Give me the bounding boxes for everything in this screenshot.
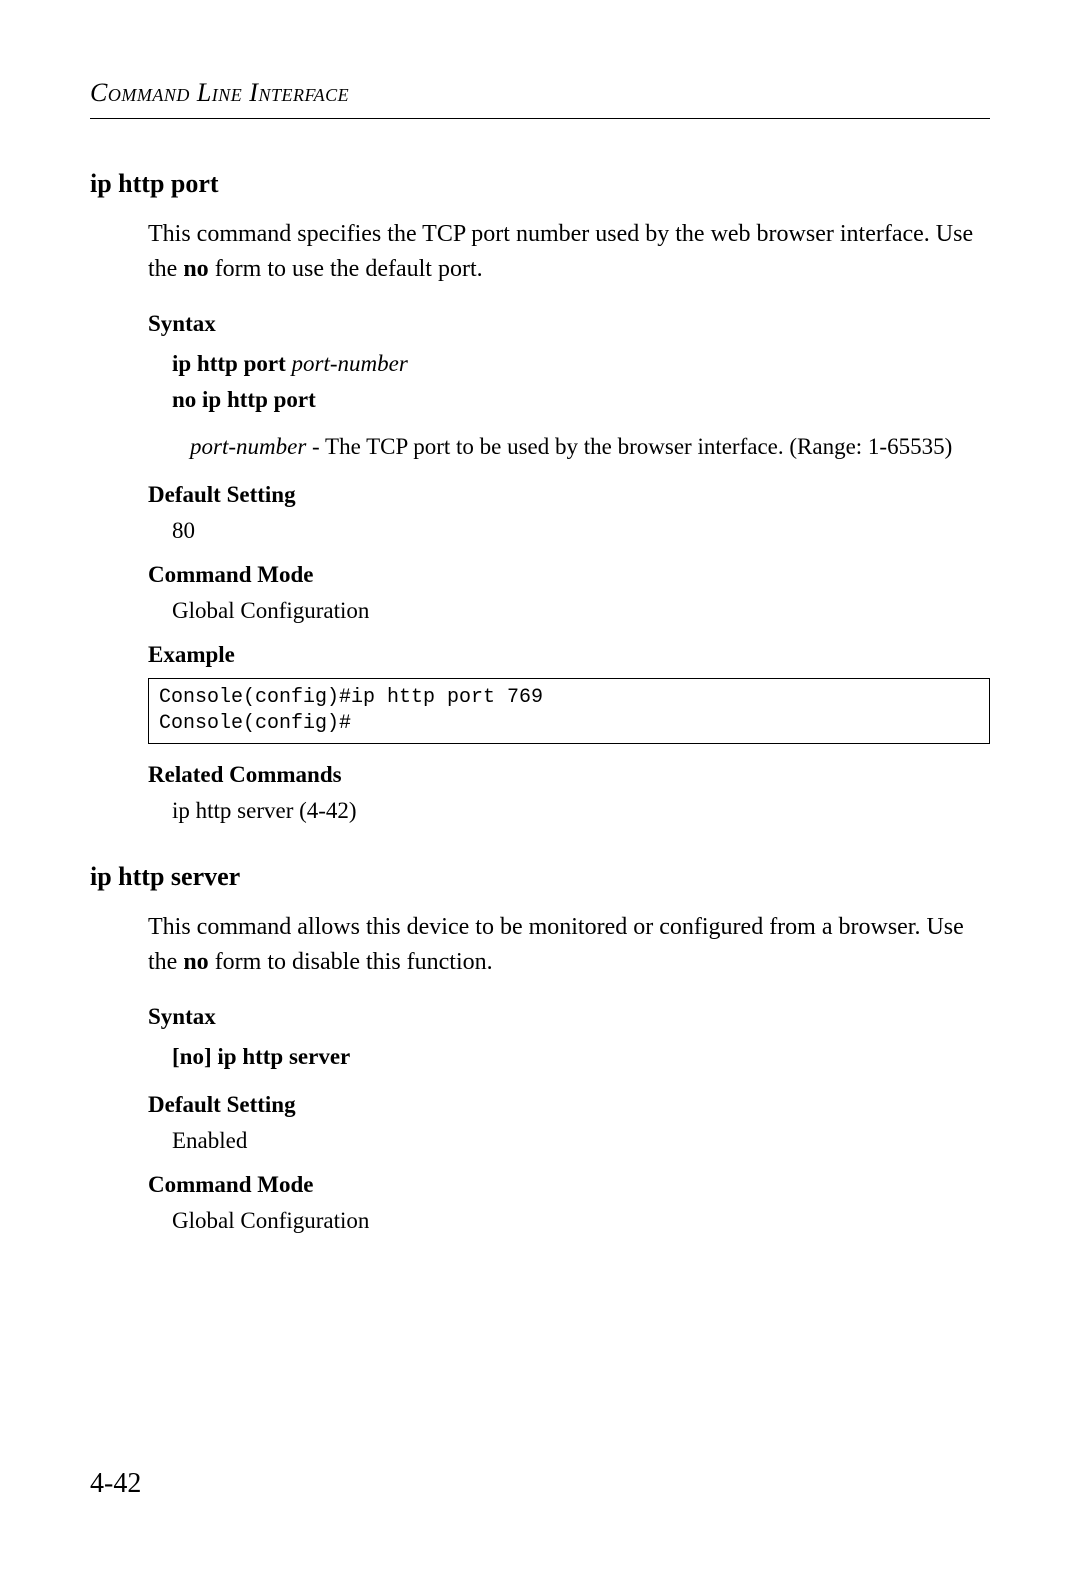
syntax2-no: no	[180, 1044, 204, 1069]
param-name: port-number	[190, 434, 306, 459]
mode2-value: Global Configuration	[172, 1208, 990, 1234]
syntax-param: port-number	[286, 351, 408, 376]
syntax2-heading: Syntax	[148, 1004, 990, 1030]
syntax-line-2: no ip http port	[172, 383, 990, 418]
param-text: - The TCP port to be used by the browser…	[306, 434, 952, 459]
default-setting-heading: Default Setting	[148, 482, 990, 508]
desc2-post: form to disable this function.	[209, 949, 493, 975]
section2-description: This command allows this device to be mo…	[148, 910, 990, 980]
param-description: port-number - The TCP port to be used by…	[190, 430, 990, 465]
related-commands-value: ip http server (4-42)	[172, 798, 990, 824]
syntax-heading: Syntax	[148, 311, 990, 337]
syntax2-bracket-open: [	[172, 1044, 180, 1069]
syntax2-bracket-close: ]	[204, 1044, 217, 1069]
command-mode-heading: Command Mode	[148, 562, 990, 588]
syntax-cmd: ip http port	[172, 351, 286, 376]
example-code-block: Console(config)#ip http port 769 Console…	[148, 678, 990, 744]
desc-bold-no: no	[183, 256, 208, 282]
section-title-ip-http-port: ip http port	[90, 169, 990, 199]
syntax-line-1: ip http port port-number	[172, 347, 990, 382]
command-mode-value: Global Configuration	[172, 598, 990, 624]
syntax2-cmd: ip http server	[217, 1044, 350, 1069]
example-heading: Example	[148, 642, 990, 668]
page-number: 4-42	[90, 1468, 141, 1500]
syntax2-line: [no] ip http server	[172, 1040, 990, 1075]
desc2-bold-no: no	[183, 949, 208, 975]
default2-value: Enabled	[172, 1128, 990, 1154]
related-commands-heading: Related Commands	[148, 762, 990, 788]
section-title-ip-http-server: ip http server	[90, 862, 990, 892]
mode2-heading: Command Mode	[148, 1172, 990, 1198]
section1-description: This command specifies the TCP port numb…	[148, 217, 990, 287]
syntax-no-cmd: no ip http port	[172, 387, 316, 412]
running-header: Command Line Interface	[90, 78, 990, 119]
desc-post: form to use the default port.	[209, 256, 483, 282]
default-setting-value: 80	[172, 518, 990, 544]
default2-heading: Default Setting	[148, 1092, 990, 1118]
